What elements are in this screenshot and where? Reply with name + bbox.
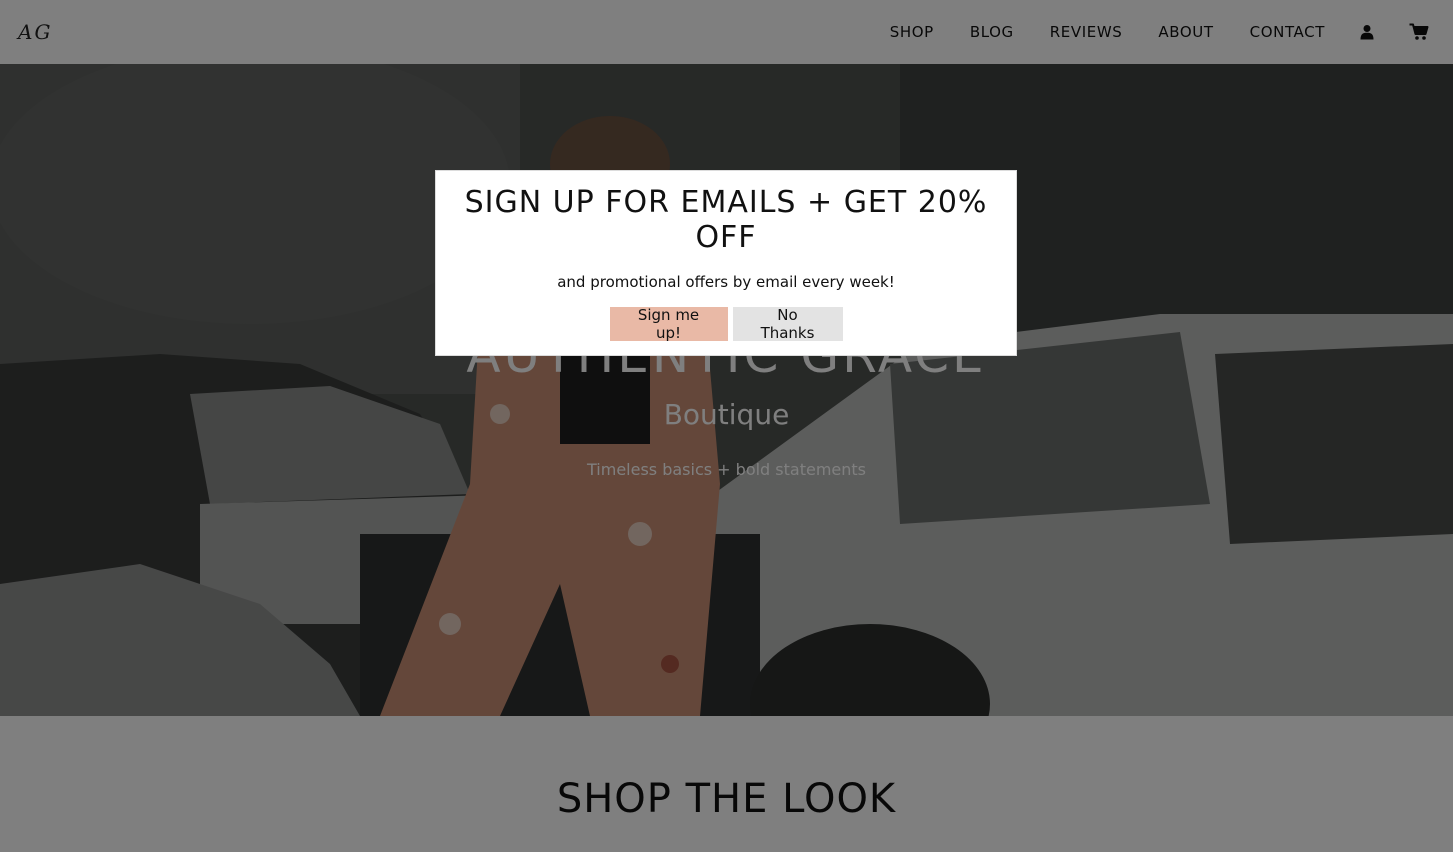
modal-buttons: Sign me up! No Thanks bbox=[436, 306, 1016, 342]
modal-overlay[interactable] bbox=[0, 0, 1453, 852]
modal-title: SIGN UP FOR EMAILS + GET 20% OFF bbox=[464, 185, 988, 255]
sign-me-up-button[interactable]: Sign me up! bbox=[609, 306, 728, 342]
email-signup-modal: SIGN UP FOR EMAILS + GET 20% OFF and pro… bbox=[435, 170, 1017, 356]
page: AG SHOP BLOG REVIEWS ABOUT CONTACT bbox=[0, 0, 1453, 852]
no-thanks-button[interactable]: No Thanks bbox=[732, 306, 843, 342]
modal-text: and promotional offers by email every we… bbox=[557, 273, 895, 291]
